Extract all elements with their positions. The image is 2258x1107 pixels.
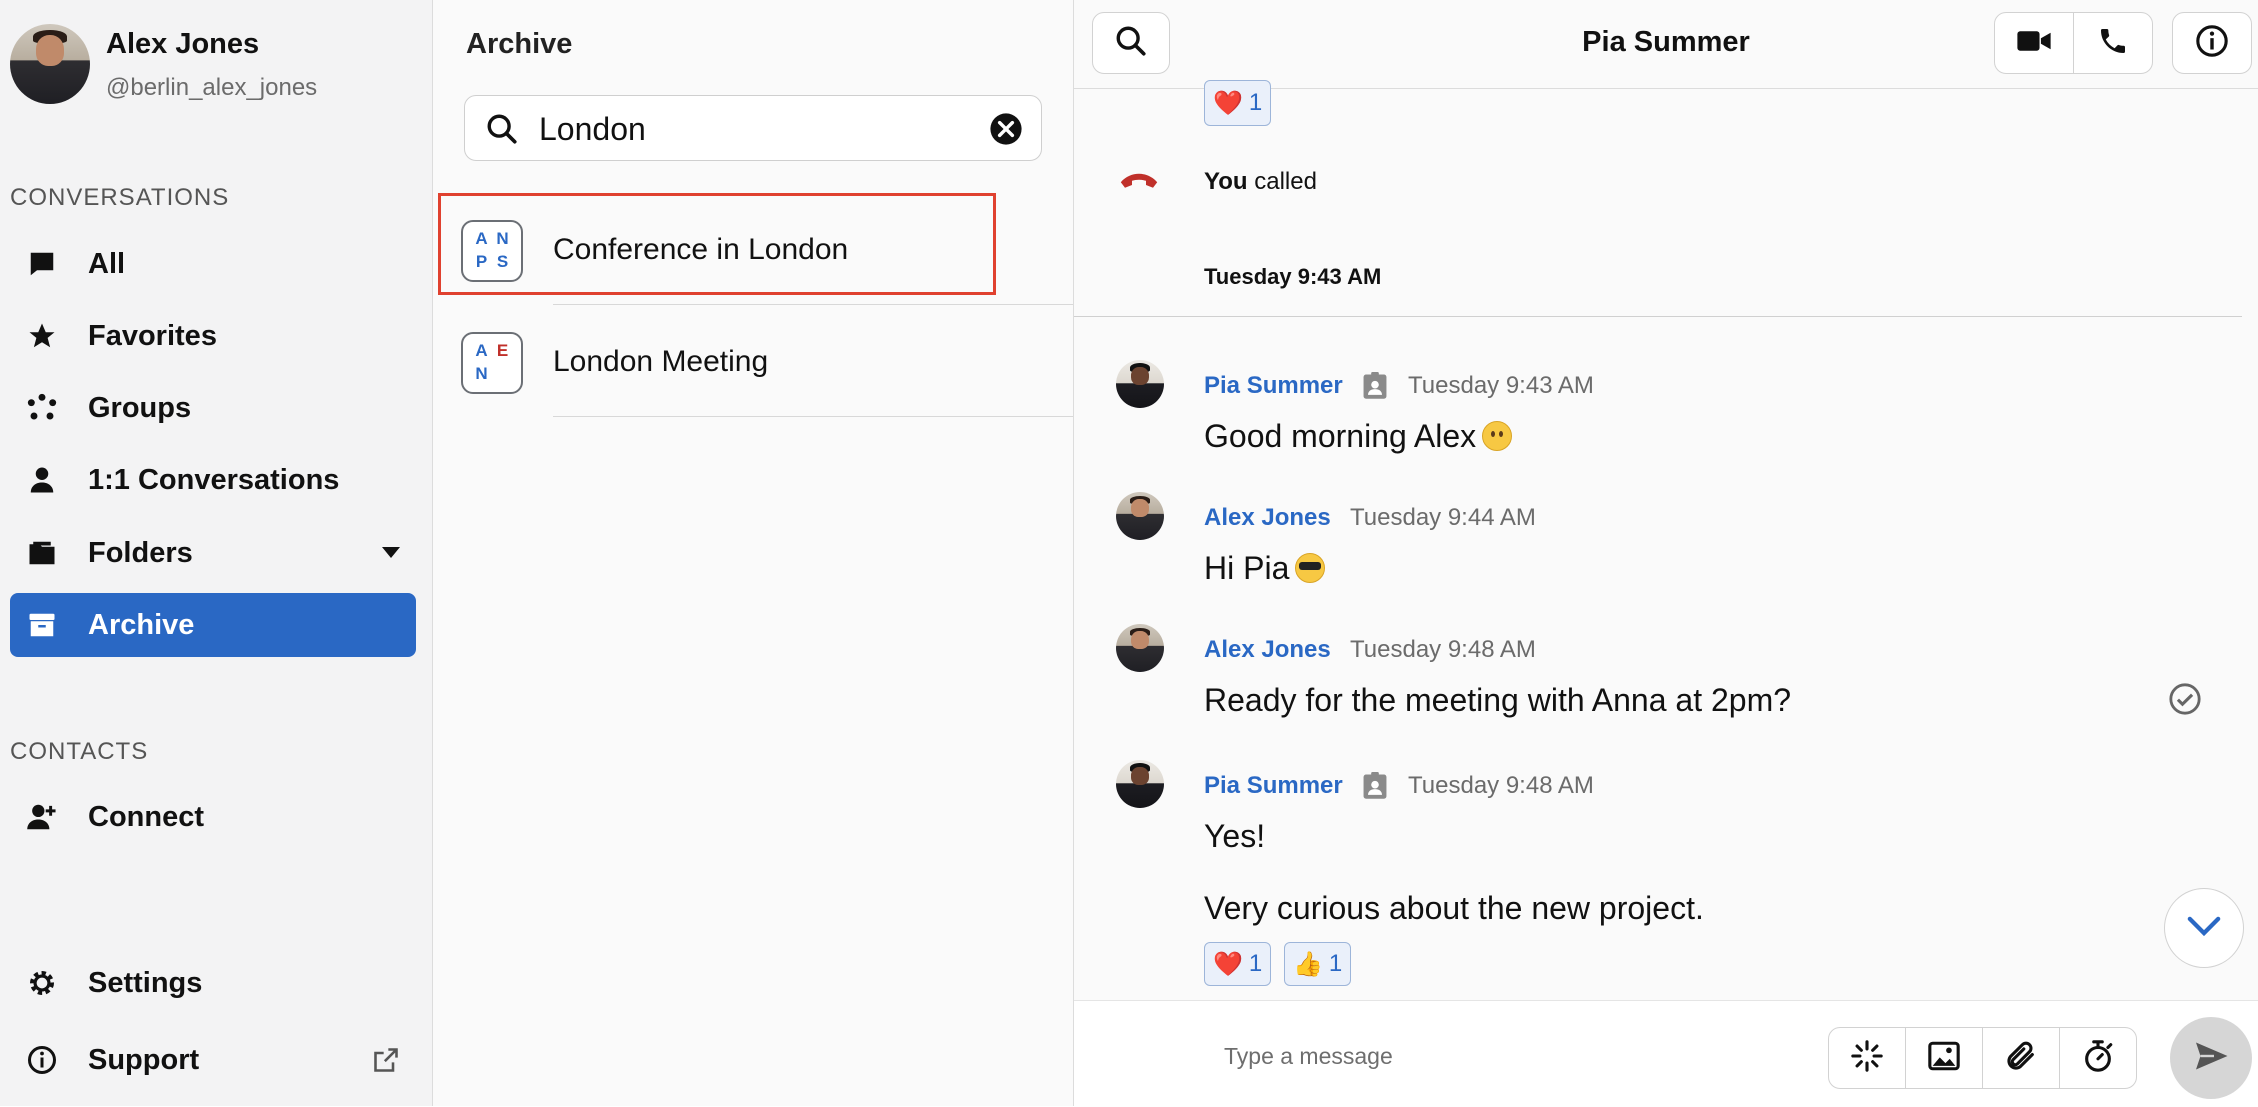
sidebar-item-label: Archive	[88, 608, 195, 641]
message-text: Hi Pia	[1204, 550, 1326, 587]
sidebar-item-label: Connect	[88, 800, 204, 833]
sidebar-item-label: Groups	[88, 391, 192, 424]
conversation-item[interactable]: A N P S Conference in London	[433, 195, 1073, 305]
sidebar-item-connect[interactable]: Connect	[10, 785, 416, 849]
group-initials-icon: A E N	[461, 332, 523, 394]
sidebar-item-one-to-one[interactable]: 1:1 Conversations	[10, 448, 416, 512]
message-text: Very curious about the new project.	[1204, 890, 1704, 926]
image-button[interactable]	[1905, 1027, 1983, 1089]
guest-badge-icon	[1362, 372, 1388, 405]
separator-line	[1074, 316, 2242, 317]
avatar[interactable]	[1116, 760, 1164, 808]
user-handle: @berlin_alex_jones	[106, 74, 318, 101]
call-entry: You called	[1204, 168, 1317, 195]
sidebar-item-archive[interactable]: Archive	[10, 593, 416, 657]
message-time: Tuesday 9:48 AM	[1350, 636, 1536, 663]
send-button[interactable]	[2170, 1017, 2252, 1099]
guest-badge-icon	[1362, 772, 1388, 805]
message-composer	[1074, 1000, 2258, 1107]
add-person-icon	[24, 799, 60, 835]
day-separator: Tuesday 9:43 AM	[1204, 264, 1382, 289]
message-time: Tuesday 9:44 AM	[1350, 504, 1536, 531]
conversation-item[interactable]: A E N London Meeting	[433, 307, 1073, 417]
message-time: Tuesday 9:43 AM	[1408, 372, 1594, 399]
sidebar-item-favorites[interactable]: Favorites	[10, 304, 416, 368]
search-box[interactable]	[464, 95, 1042, 161]
sidebar: Alex Jones @berlin_alex_jones CONVERSATI…	[0, 0, 433, 1106]
sidebar-item-label: Folders	[88, 536, 193, 569]
sunglasses-emoji-icon	[1295, 553, 1326, 583]
group-initials-icon: A N P S	[461, 220, 523, 282]
clear-search-icon[interactable]	[989, 112, 1023, 151]
external-link-icon[interactable]	[372, 1046, 400, 1079]
message-text: Good morning Alex	[1204, 418, 1513, 455]
video-camera-icon	[2016, 27, 2052, 60]
stopwatch-icon	[2081, 1039, 2115, 1078]
message-text: Ready for the meeting with Anna at 2pm?	[1204, 682, 1792, 718]
sidebar-item-folders[interactable]: Folders	[10, 521, 416, 585]
hangup-phone-icon	[1118, 166, 1160, 195]
info-icon	[2195, 24, 2229, 63]
phone-icon	[2097, 25, 2129, 62]
message-author[interactable]: Alex Jones	[1204, 636, 1331, 664]
sidebar-item-label: Favorites	[88, 319, 217, 352]
chat-header: Pia Summer	[1074, 0, 2258, 89]
person-icon	[24, 462, 60, 498]
sidebar-item-settings[interactable]: Settings	[10, 951, 416, 1015]
paperclip-icon	[2004, 1039, 2038, 1078]
message-author[interactable]: Pia Summer	[1204, 772, 1343, 800]
search-input[interactable]	[537, 106, 961, 152]
send-icon	[2193, 1039, 2229, 1078]
chat-pane: Pia Summer ❤️ 1 You called Tuesday 9:43 A…	[1074, 0, 2258, 1107]
image-icon	[1927, 1040, 1961, 1077]
reaction-thumbs-up[interactable]: 👍 1	[1284, 942, 1352, 986]
message-author[interactable]: Pia Summer	[1204, 372, 1343, 400]
user-avatar[interactable]	[10, 24, 90, 104]
reaction-heart[interactable]: ❤️ 1	[1204, 942, 1272, 986]
timed-message-button[interactable]	[2059, 1027, 2137, 1089]
conversation-title: Conference in London	[553, 233, 849, 266]
read-check-icon	[2168, 682, 2202, 721]
chevron-down-icon[interactable]	[382, 546, 400, 564]
user-name: Alex Jones	[106, 28, 260, 60]
archive-title: Archive	[466, 28, 573, 60]
chat-bubble-icon	[24, 246, 60, 282]
smile-emoji-icon	[1482, 421, 1513, 451]
message-input[interactable]	[1222, 1035, 1746, 1077]
video-call-button[interactable]	[1994, 12, 2074, 74]
archive-icon	[24, 607, 60, 643]
avatar[interactable]	[1116, 492, 1164, 540]
ping-icon	[1850, 1039, 1884, 1078]
sidebar-item-groups[interactable]: Groups	[10, 376, 416, 440]
star-icon	[24, 318, 60, 354]
contacts-section-label: CONTACTS	[10, 738, 149, 765]
conversations-section-label: CONVERSATIONS	[10, 184, 230, 211]
conversation-info-button[interactable]	[2172, 12, 2252, 74]
sidebar-item-label: Support	[88, 1043, 200, 1076]
sidebar-item-label: 1:1 Conversations	[88, 463, 340, 496]
chevron-down-icon	[2187, 915, 2221, 942]
sidebar-item-label: All	[88, 247, 126, 280]
search-icon	[485, 112, 519, 151]
ping-button[interactable]	[1828, 1027, 1906, 1089]
folder-icon	[24, 535, 60, 571]
avatar[interactable]	[1116, 624, 1164, 672]
groups-icon	[24, 390, 60, 426]
gear-icon	[24, 965, 60, 1001]
scroll-to-bottom-button[interactable]	[2164, 888, 2244, 968]
conversation-title: London Meeting	[553, 345, 769, 378]
info-icon	[24, 1042, 60, 1078]
reaction-heart[interactable]: ❤️ 1	[1204, 80, 1272, 126]
message-time: Tuesday 9:48 AM	[1408, 772, 1594, 799]
message-author[interactable]: Alex Jones	[1204, 504, 1331, 532]
audio-call-button[interactable]	[2073, 12, 2153, 74]
attachment-button[interactable]	[1982, 1027, 2060, 1089]
sidebar-item-label: Settings	[88, 966, 203, 999]
avatar[interactable]	[1116, 360, 1164, 408]
sidebar-item-support[interactable]: Support	[10, 1028, 416, 1092]
sidebar-item-all[interactable]: All	[10, 232, 416, 296]
archive-pane: Archive A N P S Conference in London A E…	[433, 0, 1074, 1106]
message-text: Yes!	[1204, 818, 1266, 854]
